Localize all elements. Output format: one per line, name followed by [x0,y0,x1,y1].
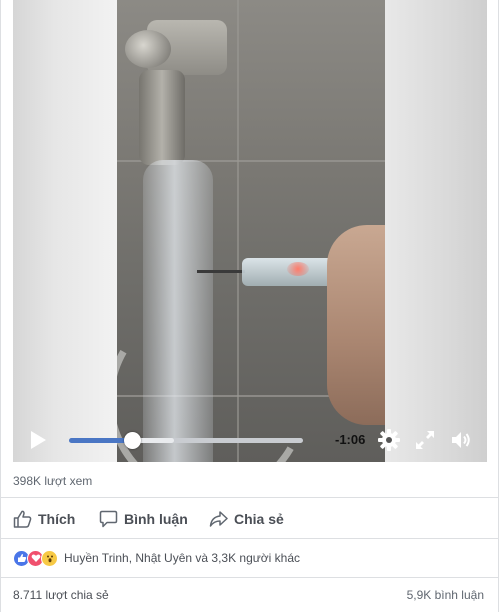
volume-button[interactable] [449,428,473,452]
divider [1,577,499,578]
share-button[interactable]: Chia sẻ [209,508,284,530]
hand-image [327,225,385,425]
time-remaining: -1:06 [335,432,366,447]
play-button[interactable] [27,428,49,452]
share-icon [209,511,228,527]
progress-bar [69,438,133,443]
volume-icon [452,432,470,448]
like-label: Thích [38,511,76,527]
video-post: -1:06 398K lượt xem Thích Bình luận Chia… [0,0,499,612]
seek-bar[interactable] [69,432,303,449]
like-button[interactable]: Thích [13,508,75,530]
video-frame[interactable] [117,0,385,462]
settings-button[interactable] [377,428,401,452]
video-controls: -1:06 [13,418,487,462]
seek-handle[interactable] [124,432,142,449]
action-bar: Thích Bình luận Chia sẻ [1,502,499,536]
reaction-summary[interactable]: Huyền Trinh, Nhật Uyên và 3,3K người khá… [13,547,300,569]
wow-icon [41,549,58,567]
fullscreen-button[interactable] [413,428,437,452]
divider [1,497,499,498]
video-pillarbox-right [385,0,487,462]
video-player[interactable]: -1:06 [13,0,487,462]
video-pillarbox-left [13,0,117,462]
comment-button[interactable]: Bình luận [99,508,188,530]
gear-icon [378,429,400,451]
comment-label: Bình luận [124,511,188,527]
thumbs-up-icon [13,510,32,528]
comment-count[interactable]: 5,9K bình luận [407,588,484,602]
comment-icon [99,510,118,528]
reaction-names[interactable]: Huyền Trinh, Nhật Uyên và 3,3K người khá… [64,551,300,565]
play-icon [31,431,46,449]
divider [1,538,499,539]
fullscreen-icon [416,431,434,449]
share-label: Chia sẻ [234,511,284,527]
share-count[interactable]: 8.711 lượt chia sẻ [13,588,109,602]
view-count: 398K lượt xem [13,474,93,488]
